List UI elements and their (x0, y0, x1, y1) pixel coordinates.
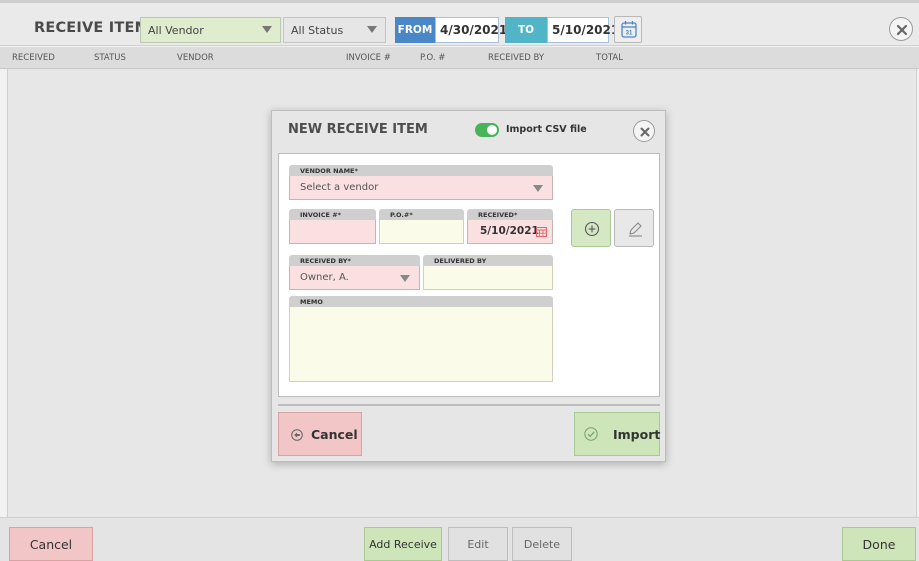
column-header-total[interactable]: TOTAL (596, 53, 623, 63)
chevron-down-icon (367, 26, 377, 33)
to-date-field[interactable]: 5/10/2021 (547, 17, 619, 43)
received-date-input[interactable]: 5/10/2021 (467, 220, 553, 244)
check-circle-icon (584, 427, 598, 441)
close-icon (896, 24, 908, 36)
top-toolbar: RECEIVE ITEMS All Vendor All Status FROM… (0, 0, 919, 46)
column-header-po[interactable]: P.O. # (420, 53, 445, 63)
add-circle-icon (584, 221, 600, 237)
received-date-field: RECEIVED* 5/10/2021 (467, 209, 553, 245)
new-receive-item-dialog: NEW RECEIVE ITEM Import CSV file VENDOR … (271, 110, 666, 462)
back-arrow-icon (291, 429, 303, 441)
add-vendor-button[interactable] (571, 209, 611, 247)
vendor-select[interactable]: Select a vendor (289, 176, 553, 200)
import-csv-label: Import CSV file (506, 124, 587, 135)
column-header-invoice[interactable]: INVOICE # (346, 53, 391, 63)
vendor-placeholder: Select a vendor (300, 182, 379, 193)
chevron-down-icon (262, 26, 272, 33)
calendar-icon: 31 (621, 21, 637, 38)
po-label: P.O.#* (379, 209, 464, 220)
delete-button[interactable]: Delete (512, 527, 572, 561)
import-button[interactable]: Import (574, 412, 660, 456)
to-date-label: TO (505, 17, 547, 43)
dialog-close-button[interactable] (633, 120, 655, 142)
vendor-name-label: VENDOR NAME* (289, 165, 553, 176)
cancel-button[interactable]: Cancel (9, 527, 93, 561)
invoice-label: INVOICE #* (289, 209, 376, 220)
delivered-by-label: DELIVERED BY (423, 255, 553, 266)
divider (278, 404, 660, 406)
memo-field: MEMO (289, 296, 553, 382)
received-date-value: 5/10/2021 (480, 225, 539, 237)
column-header-received-by[interactable]: RECEIVED BY (488, 53, 544, 63)
column-header-vendor[interactable]: VENDOR (177, 53, 214, 63)
calendar-button[interactable]: 31 (614, 16, 642, 43)
delivered-by-field: DELIVERED BY (423, 255, 553, 291)
import-csv-toggle[interactable] (475, 123, 499, 137)
column-header-received[interactable]: RECEIVED (12, 53, 55, 63)
chevron-down-icon (533, 185, 543, 192)
received-date-label: RECEIVED* (467, 209, 553, 220)
pencil-icon (629, 222, 642, 237)
delivered-by-input[interactable] (423, 266, 553, 290)
edit-button[interactable]: Edit (448, 527, 508, 561)
calendar-day-text: 31 (626, 31, 633, 37)
table-header: RECEIVED STATUS VENDOR INVOICE # P.O. # … (0, 47, 919, 69)
invoice-input[interactable] (289, 220, 376, 244)
po-input[interactable] (379, 220, 464, 244)
column-header-status[interactable]: STATUS (94, 53, 126, 63)
bottom-toolbar: Cancel Add Receive Edit Delete Done (0, 517, 919, 561)
close-button[interactable] (889, 17, 913, 41)
dialog-cancel-button[interactable]: Cancel (278, 412, 362, 456)
memo-label: MEMO (289, 296, 553, 307)
received-by-label: RECEIVED BY* (289, 255, 420, 266)
received-by-select[interactable]: Owner, A. (289, 266, 420, 290)
from-date-field[interactable]: 4/30/2021 (435, 17, 507, 43)
received-by-value: Owner, A. (300, 272, 349, 283)
vendor-name-field: VENDOR NAME* Select a vendor (289, 165, 553, 201)
import-label: Import (613, 427, 661, 442)
from-date-label: FROM (395, 17, 435, 43)
close-icon (640, 127, 650, 137)
memo-textarea[interactable] (289, 307, 553, 382)
status-filter-select[interactable]: All Status (283, 17, 386, 43)
vendor-filter-select[interactable]: All Vendor (140, 17, 281, 43)
calendar-icon[interactable] (536, 226, 547, 237)
vendor-filter-value: All Vendor (148, 24, 204, 37)
chevron-down-icon (400, 275, 410, 282)
dialog-title: NEW RECEIVE ITEM (288, 122, 428, 137)
received-by-field: RECEIVED BY* Owner, A. (289, 255, 420, 291)
dialog-cancel-label: Cancel (311, 427, 358, 442)
toggle-knob (487, 125, 497, 135)
dialog-form: VENDOR NAME* Select a vendor INVOICE #* … (278, 153, 660, 397)
add-receive-button[interactable]: Add Receive (364, 527, 442, 561)
po-field: P.O.#* (379, 209, 464, 245)
status-filter-value: All Status (291, 24, 344, 37)
done-button[interactable]: Done (842, 527, 916, 561)
invoice-field: INVOICE #* (289, 209, 376, 245)
edit-vendor-button[interactable] (614, 209, 654, 247)
